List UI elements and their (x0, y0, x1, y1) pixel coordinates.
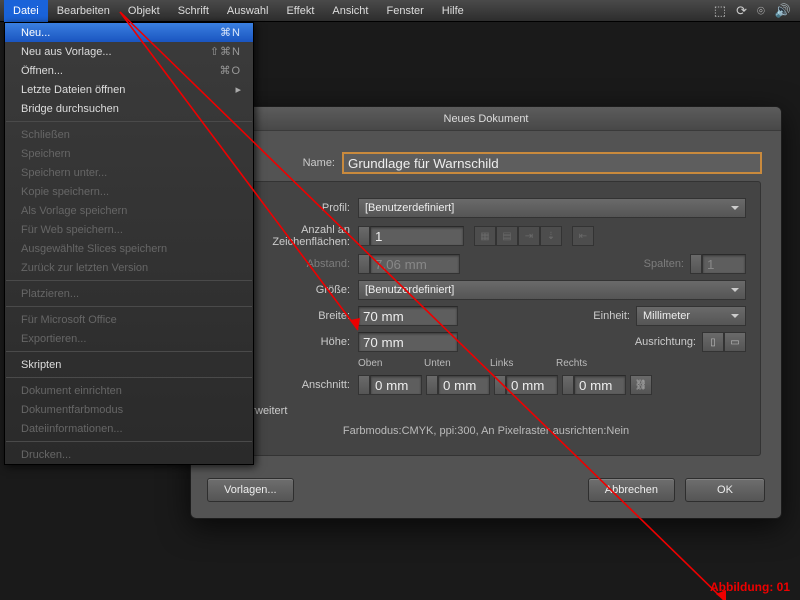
menu-fenster[interactable]: Fenster (377, 0, 432, 22)
summary-text: Farbmodus:CMYK, ppi:300, An Pixelraster … (226, 425, 746, 437)
bluetooth-icon[interactable]: ⌾ (752, 3, 770, 19)
advanced-toggle[interactable]: Erweitert (230, 405, 746, 417)
bleed-left-stepper[interactable] (494, 375, 506, 395)
menu-bearbeiten[interactable]: Bearbeiten (48, 0, 119, 22)
dropbox-icon[interactable]: ⬚ (709, 3, 731, 19)
menu-item-oeffnen[interactable]: Öffnen...⌘O (5, 61, 253, 80)
menu-item-bridge[interactable]: Bridge durchsuchen (5, 99, 253, 118)
menu-item-dok-einrichten: Dokument einrichten (5, 381, 253, 400)
profile-select[interactable]: [Benutzerdefiniert] (358, 198, 746, 218)
menu-datei[interactable]: Datei (4, 0, 48, 22)
menu-objekt[interactable]: Objekt (119, 0, 169, 22)
settings-panel: Profil: [Benutzerdefiniert] Anzahl an Ze… (211, 181, 761, 456)
menu-item-web: Für Web speichern... (5, 220, 253, 239)
menu-item-letzte[interactable]: Letzte Dateien öffnen▸ (5, 80, 253, 99)
menu-item-export: Exportieren... (5, 329, 253, 348)
ok-button[interactable]: OK (685, 478, 765, 502)
bleed-right-label: Rechts (556, 358, 622, 369)
grid-by-row-icon: ▦ (474, 226, 496, 246)
menubar: Datei Bearbeiten Objekt Schrift Auswahl … (0, 0, 800, 22)
bleed-top-input[interactable] (370, 375, 422, 395)
menu-item-speichern-unter: Speichern unter... (5, 163, 253, 182)
spacing-stepper (358, 254, 370, 274)
menu-item-office: Für Microsoft Office (5, 310, 253, 329)
bleed-right-input[interactable] (574, 375, 626, 395)
columns-stepper (690, 254, 702, 274)
unit-select[interactable]: Millimeter (636, 306, 746, 326)
menu-item-drucken: Drucken... (5, 445, 253, 464)
sync-icon[interactable]: ⟳ (731, 3, 752, 19)
menu-ansicht[interactable]: Ansicht (323, 0, 377, 22)
height-input[interactable] (358, 332, 458, 352)
menu-schrift[interactable]: Schrift (169, 0, 218, 22)
volume-icon[interactable]: 🔊 (770, 3, 796, 19)
menu-item-slices: Ausgewählte Slices speichern (5, 239, 253, 258)
arrange-right-icon: ⇥ (518, 226, 540, 246)
bleed-left-label: Links (490, 358, 556, 369)
link-bleed-icon[interactable]: ⛓ (630, 375, 652, 395)
submenu-icon: ▸ (235, 83, 241, 96)
portrait-icon[interactable]: ▯ (702, 332, 724, 352)
menu-item-zurueck: Zurück zur letzten Version (5, 258, 253, 277)
menu-item-platzieren: Platzieren... (5, 284, 253, 303)
menu-effekt[interactable]: Effekt (277, 0, 323, 22)
menu-auswahl[interactable]: Auswahl (218, 0, 278, 22)
figure-number: Abbildung: 01 (710, 580, 790, 594)
columns-input (702, 254, 746, 274)
artboards-input[interactable] (370, 226, 464, 246)
bleed-top-label: Oben (358, 358, 424, 369)
bleed-bottom-input[interactable] (438, 375, 490, 395)
bleed-top-stepper[interactable] (358, 375, 370, 395)
bleed-bottom-label: Unten (424, 358, 490, 369)
templates-button[interactable]: Vorlagen... (207, 478, 294, 502)
bleed-left-input[interactable] (506, 375, 558, 395)
arrange-down-icon: ⇣ (540, 226, 562, 246)
size-select[interactable]: [Benutzerdefiniert] (358, 280, 746, 300)
dialog-title: Neues Dokument (191, 107, 781, 131)
bleed-bottom-stepper[interactable] (426, 375, 438, 395)
file-menu-dropdown: Neu...⌘N Neu aus Vorlage...⇧⌘N Öffnen...… (4, 22, 254, 465)
menu-item-kopie: Kopie speichern... (5, 182, 253, 201)
cancel-button[interactable]: Abbrechen (588, 478, 675, 502)
orient-label: Ausrichtung: (635, 336, 702, 348)
artboards-stepper[interactable] (358, 226, 370, 246)
grid-by-col-icon: ▤ (496, 226, 518, 246)
menu-item-speichern: Speichern (5, 144, 253, 163)
landscape-icon[interactable]: ▭ (724, 332, 746, 352)
spacing-input (370, 254, 460, 274)
new-document-dialog: Neues Dokument Name: Profil: [Benutzerde… (190, 106, 782, 519)
menu-item-vorlage-speichern: Als Vorlage speichern (5, 201, 253, 220)
menu-item-farbmodus: Dokumentfarbmodus (5, 400, 253, 419)
width-input[interactable] (358, 306, 458, 326)
menu-item-skripten[interactable]: Skripten (5, 355, 253, 374)
name-input[interactable] (343, 153, 761, 173)
menu-item-schliessen: Schließen (5, 125, 253, 144)
columns-label: Spalten: (644, 258, 690, 270)
bleed-right-stepper[interactable] (562, 375, 574, 395)
menu-item-dateiinfo: Dateiinformationen... (5, 419, 253, 438)
menu-hilfe[interactable]: Hilfe (433, 0, 473, 22)
arrange-left-icon: ⇤ (572, 226, 594, 246)
menu-item-neu-vorlage[interactable]: Neu aus Vorlage...⇧⌘N (5, 42, 253, 61)
menu-item-neu[interactable]: Neu...⌘N (5, 23, 253, 42)
unit-label: Einheit: (593, 310, 636, 322)
